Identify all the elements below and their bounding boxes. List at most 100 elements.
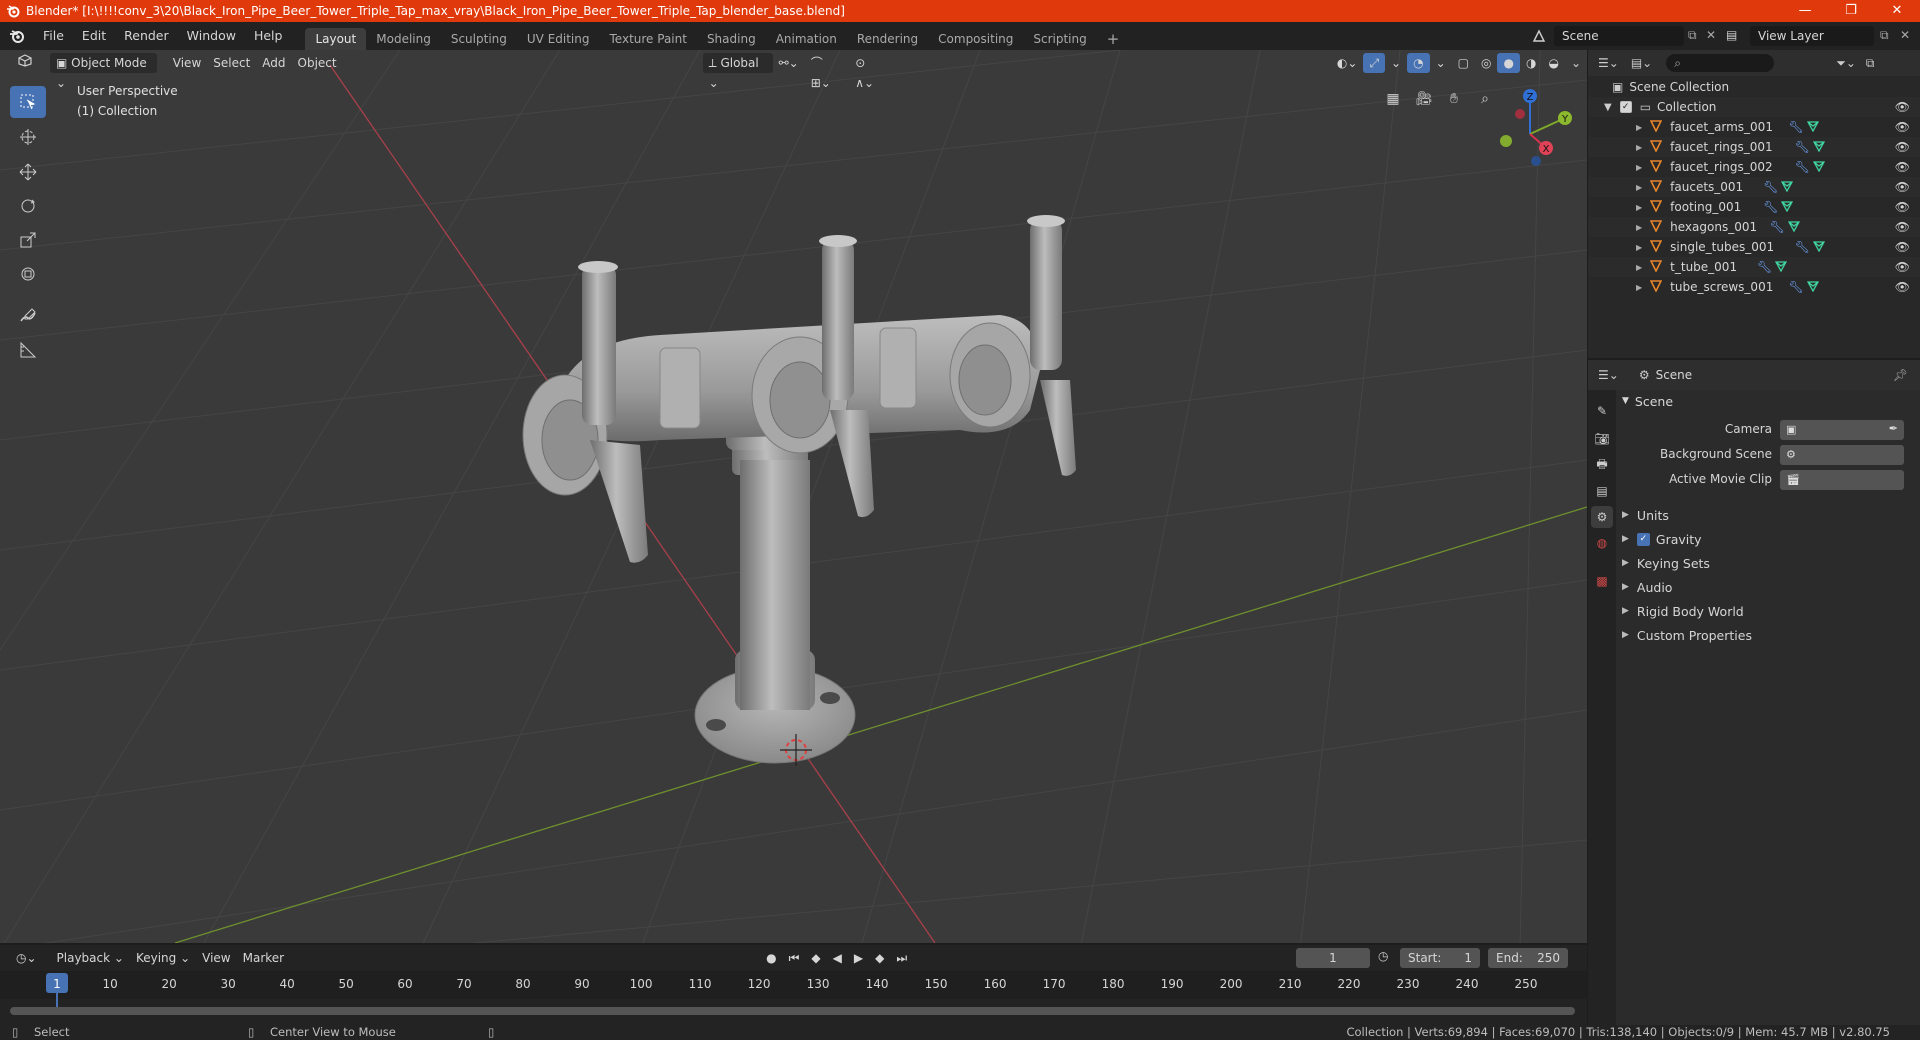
mesh-data-icon[interactable] xyxy=(1812,240,1825,255)
menu-help[interactable]: Help xyxy=(245,22,292,50)
toggle-camera-icon[interactable]: ▦ xyxy=(1380,86,1406,112)
menu-edit[interactable]: Edit xyxy=(73,22,115,50)
tab-modeling[interactable]: Modeling xyxy=(366,28,441,50)
expand-arrow-icon[interactable]: ▶ xyxy=(1636,263,1642,272)
jump-end-button[interactable]: ⏭ xyxy=(890,948,913,968)
tool-tab-icon[interactable]: ✎ xyxy=(1591,400,1613,422)
timeline-menu-marker[interactable]: Marker xyxy=(237,948,290,968)
menu-window[interactable]: Window xyxy=(178,22,245,50)
start-frame-field[interactable]: Start: 1 xyxy=(1400,948,1480,968)
mesh-data-icon[interactable] xyxy=(1812,160,1825,175)
expand-arrow-icon[interactable]: ▶ xyxy=(1636,163,1642,172)
properties-section-custom-properties[interactable]: ▶ Custom Properties xyxy=(1622,624,1914,646)
scene-collection-row[interactable]: ▣ Scene Collection xyxy=(1588,77,1920,97)
viewport-menu-view[interactable]: View xyxy=(167,53,207,73)
visibility-icon[interactable]: ◐⌄ xyxy=(1331,53,1364,73)
gravity-checkbox[interactable]: ✓ xyxy=(1636,532,1650,546)
tab-rendering[interactable]: Rendering xyxy=(847,28,928,50)
menu-file[interactable]: File xyxy=(34,22,73,50)
play-button[interactable]: ▶ xyxy=(848,948,869,968)
tab-layout[interactable]: Layout xyxy=(305,28,367,50)
expand-arrow-icon[interactable]: ▶ xyxy=(1636,183,1642,192)
maximize-button[interactable]: ❐ xyxy=(1828,0,1874,22)
transform-tool[interactable] xyxy=(10,258,46,290)
properties-section-keying-sets[interactable]: ▶ Keying Sets xyxy=(1622,552,1914,574)
outliner-search-input[interactable]: ⌕ xyxy=(1666,54,1775,72)
tab-shading[interactable]: Shading xyxy=(697,28,766,50)
modifier-wrench-icon[interactable]: 🔧︎ xyxy=(1789,280,1804,294)
tab-animation[interactable]: Animation xyxy=(766,28,847,50)
world-tab-icon[interactable]: ◍ xyxy=(1591,532,1613,554)
shading-dropdown-icon[interactable]: ⌄ xyxy=(1565,53,1587,73)
visibility-eye-icon[interactable]: 👁︎ xyxy=(1895,220,1910,234)
viewport-menu-select[interactable]: Select xyxy=(207,53,256,73)
output-tab-icon[interactable]: 🖶︎ xyxy=(1591,454,1613,476)
visibility-eye-icon[interactable]: 👁︎ xyxy=(1895,140,1910,154)
object-mode-dropdown[interactable]: ▣ Object Mode ⌄ xyxy=(50,53,157,90)
view-layer-browse-icon[interactable]: ▤ xyxy=(1726,28,1737,42)
modifier-wrench-icon[interactable]: 🔧︎ xyxy=(1789,120,1804,134)
minimize-button[interactable]: — xyxy=(1782,0,1828,22)
preview-range-icon[interactable]: ◷ xyxy=(1378,949,1388,963)
mesh-data-icon[interactable] xyxy=(1812,140,1825,155)
mesh-data-icon[interactable] xyxy=(1806,120,1819,135)
visibility-eye-icon[interactable]: 👁︎ xyxy=(1895,240,1910,254)
active-movie-clip-field[interactable]: 🎬︎ xyxy=(1780,470,1904,490)
pin-icon[interactable]: 📌︎ xyxy=(1893,368,1908,382)
expand-arrow-icon[interactable]: ▶ xyxy=(1636,223,1642,232)
snap-icon[interactable]: ⌒ ⊞⌄ xyxy=(805,53,850,90)
move-tool[interactable] xyxy=(10,156,46,188)
mesh-data-icon[interactable] xyxy=(1774,260,1788,275)
view-layer-tab-icon[interactable]: ▤ xyxy=(1591,480,1613,502)
delete-scene-icon[interactable]: ✕ xyxy=(1706,28,1716,42)
collection-visibility-icon[interactable]: 👁︎ xyxy=(1895,100,1910,114)
play-reverse-button[interactable]: ◀ xyxy=(827,948,848,968)
tab-compositing[interactable]: Compositing xyxy=(928,28,1023,50)
menu-render[interactable]: Render xyxy=(115,22,178,50)
eyedropper-icon[interactable]: ✒︎ xyxy=(1889,422,1898,435)
add-workspace-button[interactable]: + xyxy=(1097,28,1130,50)
timeline-menu-keying[interactable]: Keying ⌄ xyxy=(130,948,196,968)
mesh-data-icon[interactable] xyxy=(1781,200,1794,215)
view-layer-name-field[interactable]: View Layer xyxy=(1750,26,1874,46)
scene-browse-icon[interactable] xyxy=(1528,26,1550,46)
scene-name-field[interactable]: Scene xyxy=(1554,26,1684,46)
blender-menu-icon[interactable] xyxy=(0,22,34,50)
tab-texture-paint[interactable]: Texture Paint xyxy=(600,28,697,50)
camera-field[interactable]: ▣ ✒︎ xyxy=(1780,420,1904,440)
outliner-object-row[interactable]: ▶ faucet_rings_002 🔧︎ 👁︎ xyxy=(1588,157,1920,177)
editor-type-icon[interactable] xyxy=(10,53,40,73)
outliner-object-row[interactable]: ▶ single_tubes_001 🔧︎ 👁︎ xyxy=(1588,237,1920,257)
pivot-point-icon[interactable]: ⚯⌄ xyxy=(773,53,805,73)
scene-panel-header[interactable]: ▼ Scene xyxy=(1622,390,1914,412)
timeline-menu-view[interactable]: View xyxy=(196,948,236,968)
cursor-tool[interactable] xyxy=(10,121,46,153)
modifier-wrench-icon[interactable]: 🔧︎ xyxy=(1757,260,1772,274)
transform-orientation-dropdown[interactable]: ⟂ Global ⌄ xyxy=(702,53,773,90)
background-scene-field[interactable]: ⚙︎ xyxy=(1780,445,1904,465)
3d-viewport[interactable]: ▣ Object Mode ⌄ View Select Add Object ⟂… xyxy=(0,50,1587,943)
rendered-shading-icon[interactable]: ◒ xyxy=(1542,53,1564,73)
visibility-eye-icon[interactable]: 👁︎ xyxy=(1895,180,1910,194)
viewport-menu-add[interactable]: Add xyxy=(256,53,291,73)
xray-icon[interactable]: ▢ xyxy=(1452,53,1475,73)
solid-shading-icon[interactable]: ● xyxy=(1497,53,1520,73)
expand-arrow-icon[interactable]: ▶ xyxy=(1636,283,1642,292)
new-view-layer-icon[interactable]: ⧉ xyxy=(1880,28,1889,43)
properties-section-audio[interactable]: ▶ Audio xyxy=(1622,576,1914,598)
measure-tool[interactable] xyxy=(10,334,46,366)
record-button[interactable]: ● xyxy=(760,948,782,968)
mesh-data-icon[interactable] xyxy=(1806,280,1819,295)
expand-arrow-icon[interactable]: ▶ xyxy=(1636,203,1642,212)
properties-section-rigid-body-world[interactable]: ▶ Rigid Body World xyxy=(1622,600,1914,622)
outliner-object-row[interactable]: ▶ faucet_rings_001 🔧︎ 👁︎ xyxy=(1588,137,1920,157)
visibility-eye-icon[interactable]: 👁︎ xyxy=(1895,120,1910,134)
jump-keyframe-forward-button[interactable]: ◆ xyxy=(869,948,890,968)
timeline-menu-playback[interactable]: Playback ⌄ xyxy=(51,948,130,968)
overlays-dropdown-icon[interactable]: ⌄ xyxy=(1430,53,1452,73)
outliner-object-row[interactable]: ▶ t_tube_001 🔧︎ 👁︎ xyxy=(1588,257,1920,277)
delete-view-layer-icon[interactable]: ✕ xyxy=(1900,28,1910,42)
modifier-wrench-icon[interactable]: 🔧︎ xyxy=(1763,200,1778,214)
outliner-object-row[interactable]: ▶ hexagons_001 🔧︎ 👁︎ xyxy=(1588,217,1920,237)
new-collection-icon[interactable]: ⧉ xyxy=(1866,56,1875,71)
